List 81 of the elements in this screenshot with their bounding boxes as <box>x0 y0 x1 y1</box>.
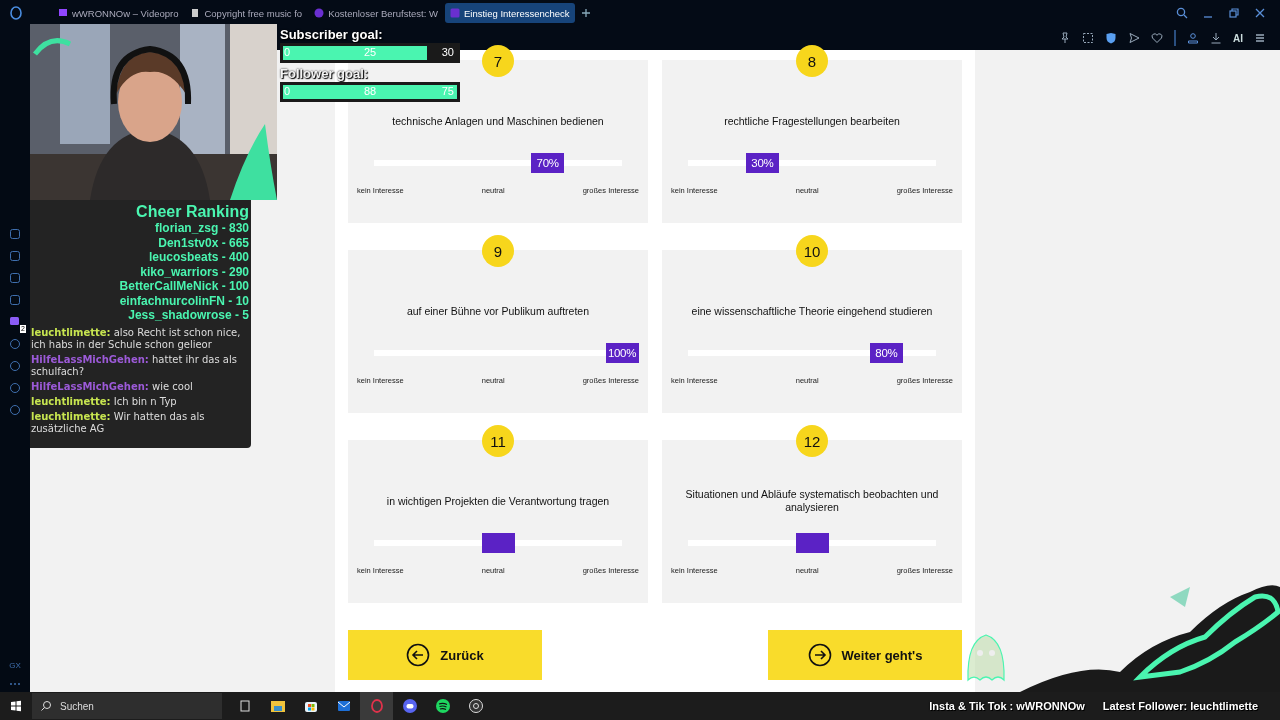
cheer-ranking-entry: florian_zsg - 830 <box>154 221 249 236</box>
cheer-ranking-entry: Jess_shadowrose - 5 <box>128 308 249 323</box>
cheer-ranking-entry: BetterCallMeNick - 100 <box>119 279 249 294</box>
goal-start: 0 <box>284 85 291 97</box>
browser-tab[interactable]: Copyright free music fo <box>185 3 308 23</box>
close-icon[interactable] <box>1254 7 1266 19</box>
browser-tab[interactable]: Kostenloser Berufstest: W <box>309 3 443 23</box>
slider-thumb[interactable] <box>795 533 829 553</box>
cheer-ranking-entry: leucosbeats - 400 <box>148 250 249 265</box>
ring-logo-icon <box>368 698 385 714</box>
ai-button[interactable]: AI <box>1233 32 1243 44</box>
heart-icon[interactable] <box>1151 32 1163 44</box>
question-text: Situationen und Abläufe systematisch beobachten und analysieren <box>684 488 940 514</box>
sidebar-app-icon[interactable] <box>9 360 21 372</box>
goal-current: 25 <box>363 46 377 58</box>
restore-icon[interactable] <box>1228 7 1240 19</box>
question-text: in wichtigen Projekten die Verantwortung tragen <box>385 493 611 509</box>
overlay-caption: Latest Follower: leuchtlimette <box>1102 700 1258 712</box>
record-icon <box>467 698 484 714</box>
document-icon <box>190 8 201 18</box>
taskbar-search-field[interactable]: Suchen <box>32 693 222 719</box>
browser-tab[interactable]: Einstieg Interessencheck <box>445 3 575 23</box>
question-text: technische Anlagen und Maschinen bedienen <box>391 113 605 129</box>
browser-tab[interactable]: wWRONNOw – Videopro <box>53 3 184 23</box>
goal-title: Follower goal: <box>280 65 370 82</box>
slider-thumb[interactable] <box>481 533 515 553</box>
shield-icon[interactable] <box>1105 32 1117 44</box>
circle-icon <box>314 8 325 18</box>
search-icon <box>40 700 52 712</box>
plus-icon[interactable] <box>580 8 591 18</box>
goal-title: Subscriber goal: <box>280 26 384 43</box>
folder-icon <box>269 698 286 714</box>
goal-target: 75 <box>441 85 454 97</box>
sidebar-app-icon[interactable] <box>9 382 21 394</box>
chat-message: leuchtlimette: Ich bin n Typ <box>31 395 178 408</box>
sidebar-app-icon[interactable] <box>9 338 21 350</box>
slider-thumb[interactable]: 70% <box>531 153 565 173</box>
goal-start: 0 <box>284 46 291 58</box>
music-app-icon <box>434 698 451 714</box>
search-icon[interactable] <box>1176 7 1188 19</box>
chat-message: HilfeLassMichGehen: hattet ihr das als schulfach? <box>31 353 238 378</box>
goal-current: 88 <box>363 85 377 97</box>
send-icon[interactable] <box>1128 32 1140 44</box>
slider-thumb[interactable]: 100% <box>605 343 639 363</box>
slider-thumb[interactable]: 80% <box>869 343 903 363</box>
question-text: auf einer Bühne vor Publikum auftreten <box>405 303 591 319</box>
sidebar-app-icon[interactable] <box>9 228 21 240</box>
more-icon[interactable] <box>9 682 21 686</box>
pin-icon[interactable] <box>1059 32 1071 44</box>
question-number: 11 <box>482 425 514 457</box>
sidebar-app-icon[interactable] <box>9 294 21 306</box>
menu-icon[interactable] <box>1254 32 1266 44</box>
next-button[interactable]: Weiter geht's <box>768 630 962 680</box>
question-number: 10 <box>796 235 828 267</box>
sidebar-app-icon[interactable] <box>9 250 21 262</box>
cheer-ranking-title: Cheer Ranking <box>136 202 249 221</box>
question-number: 7 <box>482 45 514 77</box>
sidebar-app-icon[interactable] <box>9 272 21 284</box>
mail-icon <box>335 698 352 714</box>
cheer-ranking-entry: einfachnurcolinFN - 10 <box>119 293 249 308</box>
square-icon <box>450 8 460 18</box>
chat-message: leuchtlimette: Wir hatten das als zusätzliche AG <box>31 410 206 435</box>
download-icon[interactable] <box>1210 32 1222 44</box>
cheer-ranking-entry: kiko_warriors - 290 <box>140 264 249 279</box>
sidebar-app-icon[interactable] <box>9 404 21 416</box>
question-number: 12 <box>796 425 828 457</box>
question-text: eine wissenschaftliche Theorie eingehend studieren <box>690 303 934 319</box>
chat-message: HilfeLassMichGehen: wie cool <box>31 380 194 393</box>
cheer-ranking-entry: Den1stv0x - 665 <box>158 235 249 250</box>
start-icon[interactable] <box>10 700 22 712</box>
profile-icon[interactable] <box>1187 32 1199 44</box>
gx-logo[interactable]: GX <box>9 661 21 670</box>
back-button[interactable]: Zurück <box>348 630 542 680</box>
question-text: rechtliche Fragestellungen bearbeiten <box>723 113 901 129</box>
question-number: 9 <box>482 235 514 267</box>
browser-logo-icon[interactable] <box>9 6 23 20</box>
goal-target: 30 <box>441 46 454 58</box>
question-number: 8 <box>796 45 828 77</box>
slider-thumb[interactable]: 30% <box>745 153 779 173</box>
overlay-caption: Insta & Tik Tok : wWRONNOw <box>929 700 1085 712</box>
snapshot-icon[interactable] <box>1082 32 1094 44</box>
